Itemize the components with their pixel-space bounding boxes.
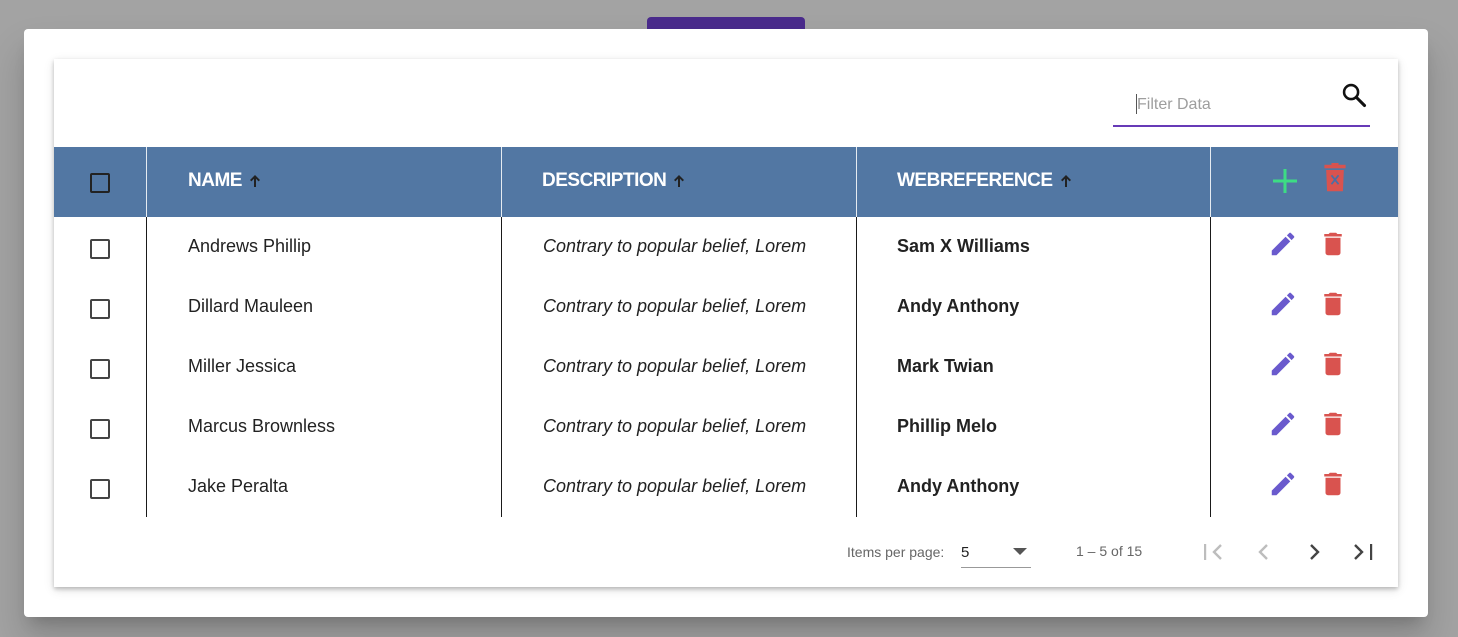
column-divider: [501, 397, 502, 457]
column-divider: [1210, 277, 1211, 337]
delete-all-icon[interactable]: [1320, 163, 1350, 193]
cell-description: Contrary to popular belief, Lorem: [543, 236, 807, 256]
cell-description: Contrary to popular belief, Lorem: [543, 416, 807, 436]
column-divider: [856, 397, 857, 457]
delete-icon[interactable]: [1318, 229, 1348, 259]
search-icon[interactable]: [1340, 81, 1368, 109]
cell-webreference: Sam X Williams: [897, 236, 1030, 256]
page-size-select[interactable]: 5: [961, 537, 1031, 568]
table-row: Miller Jessica Contrary to popular belie…: [54, 337, 1398, 397]
add-icon[interactable]: [1270, 166, 1300, 196]
header-name[interactable]: NAME: [188, 170, 262, 192]
table-row: Andrews Phillip Contrary to popular beli…: [54, 217, 1398, 277]
header-webreference-label: WEBREFERENCE: [897, 170, 1053, 191]
column-divider: [146, 457, 147, 517]
row-checkbox[interactable]: [90, 299, 110, 319]
column-divider: [501, 337, 502, 397]
delete-icon[interactable]: [1318, 469, 1348, 499]
table-row: Jake Peralta Contrary to popular belief,…: [54, 457, 1398, 517]
data-table-card: NAME DESCRIPTION WEBREFERENCE: [54, 59, 1398, 587]
column-divider: [1210, 397, 1211, 457]
cell-webreference: Andy Anthony: [897, 296, 1020, 316]
edit-icon[interactable]: [1268, 409, 1298, 439]
column-divider: [501, 217, 502, 277]
cell-description: Contrary to popular belief, Lorem: [543, 296, 807, 316]
select-all-checkbox[interactable]: [90, 173, 110, 193]
column-divider: [856, 337, 857, 397]
row-checkbox[interactable]: [90, 419, 110, 439]
cell-webreference: Phillip Melo: [897, 416, 998, 436]
delete-icon[interactable]: [1318, 289, 1348, 319]
cell-name: Marcus Brownless: [188, 416, 336, 436]
column-divider: [1210, 147, 1211, 217]
column-divider: [856, 457, 857, 517]
row-checkbox[interactable]: [90, 359, 110, 379]
cell-description: Contrary to popular belief, Lorem: [543, 476, 807, 496]
cell-webreference: Andy Anthony: [897, 476, 1020, 496]
filter-input[interactable]: [1137, 95, 1337, 115]
cell-name: Andrews Phillip: [188, 236, 312, 256]
column-divider: [1210, 217, 1211, 277]
column-divider: [501, 457, 502, 517]
edit-icon[interactable]: [1268, 289, 1298, 319]
header-description-label: DESCRIPTION: [542, 170, 667, 191]
cell-webreference: Mark Twian: [897, 356, 994, 376]
table-row: Dillard Mauleen Contrary to popular beli…: [54, 277, 1398, 337]
last-page-icon[interactable]: [1350, 537, 1378, 567]
dialog: NAME DESCRIPTION WEBREFERENCE: [24, 29, 1428, 617]
page-size-value: 5: [961, 544, 970, 561]
column-divider: [1210, 457, 1211, 517]
items-per-page-label: Items per page:: [847, 544, 945, 560]
sort-arrow-up-icon: [249, 175, 260, 187]
row-checkbox[interactable]: [90, 479, 110, 499]
column-divider: [146, 147, 147, 217]
column-divider: [856, 217, 857, 277]
column-divider: [501, 147, 502, 217]
column-divider: [146, 397, 147, 457]
column-divider: [501, 277, 502, 337]
table-row: Marcus Brownless Contrary to popular bel…: [54, 397, 1398, 457]
column-divider: [856, 147, 857, 217]
column-divider: [856, 277, 857, 337]
filter-field[interactable]: [1113, 87, 1370, 127]
next-page-icon[interactable]: [1300, 537, 1328, 567]
sort-arrow-up-icon: [1060, 175, 1071, 187]
edit-icon[interactable]: [1268, 469, 1298, 499]
first-page-icon[interactable]: [1200, 537, 1228, 567]
column-divider: [146, 337, 147, 397]
page-range-label: 1 – 5 of 15: [1076, 543, 1143, 559]
column-divider: [146, 277, 147, 337]
header-description[interactable]: DESCRIPTION: [542, 170, 686, 192]
prev-page-icon[interactable]: [1250, 537, 1278, 567]
edit-icon[interactable]: [1268, 229, 1298, 259]
cell-name: Jake Peralta: [188, 476, 289, 496]
delete-icon[interactable]: [1318, 409, 1348, 439]
header-name-label: NAME: [188, 170, 242, 191]
edit-icon[interactable]: [1268, 349, 1298, 379]
delete-icon[interactable]: [1318, 349, 1348, 379]
column-divider: [1210, 337, 1211, 397]
header-webreference[interactable]: WEBREFERENCE: [897, 170, 1073, 192]
cell-name: Miller Jessica: [188, 356, 297, 376]
cell-name: Dillard Mauleen: [188, 296, 314, 316]
sort-arrow-up-icon: [674, 175, 685, 187]
table-header: NAME DESCRIPTION WEBREFERENCE: [54, 147, 1398, 217]
row-checkbox[interactable]: [90, 239, 110, 259]
cell-description: Contrary to popular belief, Lorem: [543, 356, 807, 376]
column-divider: [146, 217, 147, 277]
dropdown-arrow-icon: [1013, 548, 1027, 555]
